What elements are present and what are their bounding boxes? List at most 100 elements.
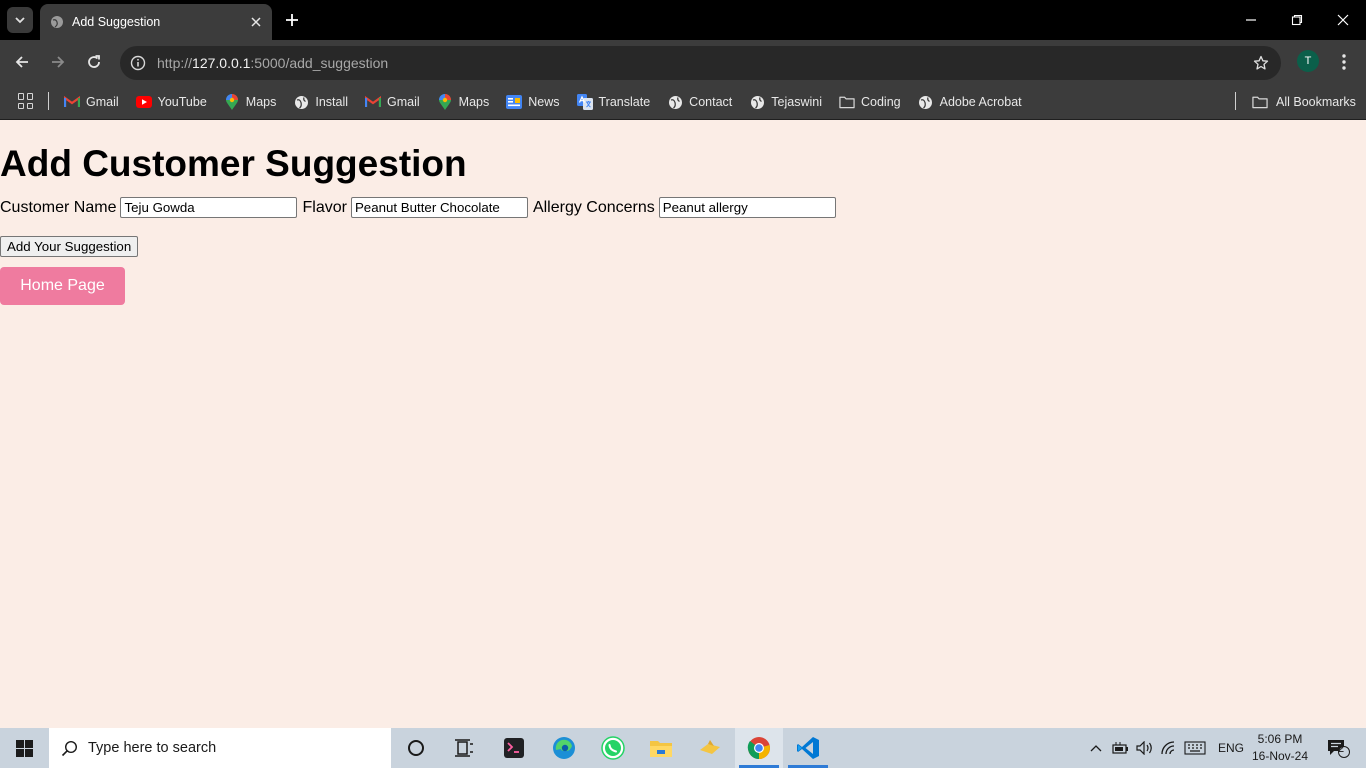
edge-app[interactable]: [540, 728, 588, 768]
bookmark-news[interactable]: News: [506, 94, 560, 110]
clock-time: 5:06 PM: [1257, 732, 1303, 746]
taskbar-search-placeholder: Type here to search: [88, 740, 217, 756]
whatsapp-app[interactable]: [589, 728, 637, 768]
pinned-app[interactable]: [686, 728, 734, 768]
bookmark-youtube[interactable]: YouTube: [135, 94, 207, 110]
news-icon: [506, 94, 523, 110]
chrome-icon: [747, 737, 770, 759]
task-view-icon: [455, 739, 473, 757]
tab-search-button[interactable]: [7, 7, 33, 33]
youtube-icon: [135, 94, 152, 110]
bookmark-maps[interactable]: Maps: [224, 94, 277, 110]
terminal-app[interactable]: [490, 728, 538, 768]
close-window-button[interactable]: [1328, 6, 1358, 34]
bookmark-adobe-acrobat[interactable]: Adobe Acrobat: [918, 94, 1022, 110]
bookmarks-divider: [1235, 92, 1236, 110]
bookmark-install[interactable]: Install: [293, 94, 348, 110]
network-tray-icon[interactable]: [1158, 728, 1180, 768]
bookmark-label: Maps: [458, 95, 490, 109]
bookmark-translate[interactable]: Translate: [576, 94, 651, 110]
windows-logo-icon: [15, 739, 33, 757]
bookmark-star-button[interactable]: [1251, 53, 1271, 73]
bookmark-label: Maps: [245, 95, 277, 109]
folder-icon: [650, 741, 672, 757]
notification-center-button[interactable]: 2: [1318, 728, 1358, 768]
bookmarks-list: Gmail YouTube Maps Install Gmail Maps Ne…: [64, 84, 1039, 120]
bookmark-label: Contact: [689, 95, 733, 109]
file-explorer-app[interactable]: [637, 728, 685, 768]
maps-icon: [224, 94, 240, 110]
whatsapp-icon: [601, 736, 625, 760]
arrow-left-icon: [15, 56, 28, 68]
allergy-concerns-input[interactable]: [658, 197, 836, 218]
bookmark-label: Coding: [860, 95, 901, 109]
bookmark-maps-2[interactable]: Maps: [437, 94, 490, 110]
input-language-indicator[interactable]: ENG: [1218, 728, 1244, 768]
bookmark-label: News: [528, 95, 560, 109]
browser-tab-active[interactable]: Add Suggestion: [40, 4, 272, 40]
plus-icon: [286, 14, 298, 26]
customer-name-input[interactable]: [120, 197, 298, 218]
edge-icon: [553, 737, 575, 759]
bookmark-label: YouTube: [157, 95, 207, 109]
globe-icon: [293, 94, 309, 110]
taskbar-clock[interactable]: 5:06 PM 16-Nov-24: [1250, 731, 1310, 765]
app-icon: [700, 740, 720, 754]
all-bookmarks-button[interactable]: All Bookmarks: [1252, 84, 1356, 120]
taskbar-search-box[interactable]: Type here to search: [49, 728, 391, 768]
show-hidden-icons-button[interactable]: [1086, 728, 1106, 768]
bookmark-gmail-2[interactable]: Gmail: [365, 94, 420, 110]
address-bar[interactable]: http://127.0.0.1:5000/add_suggestion: [120, 46, 1281, 80]
cortana-button[interactable]: [392, 728, 440, 768]
reload-icon: [88, 55, 100, 68]
customer-name-label: Customer Name: [0, 198, 117, 216]
folder-icon: [839, 94, 855, 110]
profile-avatar[interactable]: T: [1297, 50, 1319, 72]
bookmark-label: Translate: [598, 95, 651, 109]
battery-tray-icon[interactable]: [1110, 728, 1132, 768]
bookmark-gmail[interactable]: Gmail: [64, 94, 119, 110]
tab-title: Add Suggestion: [72, 15, 161, 29]
vscode-app[interactable]: [784, 728, 832, 768]
close-icon: [251, 17, 261, 27]
minimize-button[interactable]: [1236, 6, 1266, 34]
browser-menu-button[interactable]: [1334, 50, 1354, 74]
back-button[interactable]: [10, 50, 34, 74]
bookmark-tejaswini[interactable]: Tejaswini: [749, 94, 822, 110]
bookmark-label: Tejaswini: [771, 95, 822, 109]
globe-icon: [749, 94, 765, 110]
new-tab-button[interactable]: [282, 10, 302, 30]
start-button[interactable]: [0, 728, 48, 768]
page-content: Add Customer Suggestion Customer Name Fl…: [0, 121, 1366, 728]
minimize-icon: [1246, 19, 1256, 21]
bookmark-folder-coding[interactable]: Coding: [839, 94, 901, 110]
chevron-down-icon: [15, 17, 25, 24]
cortana-icon: [408, 740, 424, 756]
url-path: :5000/add_suggestion: [250, 55, 389, 71]
home-page-button[interactable]: Home Page: [0, 267, 125, 305]
task-view-button[interactable]: [440, 728, 488, 768]
reload-button[interactable]: [82, 50, 106, 74]
browser-toolbar: http://127.0.0.1:5000/add_suggestion T: [0, 40, 1366, 84]
apps-grid-icon[interactable]: [18, 93, 34, 109]
url-host: 127.0.0.1: [192, 55, 251, 71]
flavor-input[interactable]: [350, 197, 528, 218]
add-suggestion-button[interactable]: Add Your Suggestion: [0, 236, 139, 257]
keyboard-tray-icon[interactable]: [1182, 728, 1208, 768]
terminal-icon: [504, 738, 524, 758]
bookmark-contact[interactable]: Contact: [667, 94, 732, 110]
volume-tray-icon[interactable]: [1134, 728, 1156, 768]
arrow-right-icon: [52, 56, 65, 68]
restore-icon: [1291, 14, 1303, 26]
gmail-icon: [64, 94, 80, 110]
chrome-app[interactable]: [735, 728, 783, 768]
globe-icon: [667, 94, 683, 110]
restore-button[interactable]: [1282, 6, 1312, 34]
gmail-icon: [365, 94, 382, 110]
notification-count-badge: 2: [1338, 743, 1345, 755]
bookmark-label: Install: [315, 95, 349, 109]
tab-close-button[interactable]: [248, 14, 264, 30]
folder-icon: [1252, 94, 1268, 110]
forward-button[interactable]: [46, 50, 70, 74]
site-info-icon[interactable]: [128, 53, 148, 73]
